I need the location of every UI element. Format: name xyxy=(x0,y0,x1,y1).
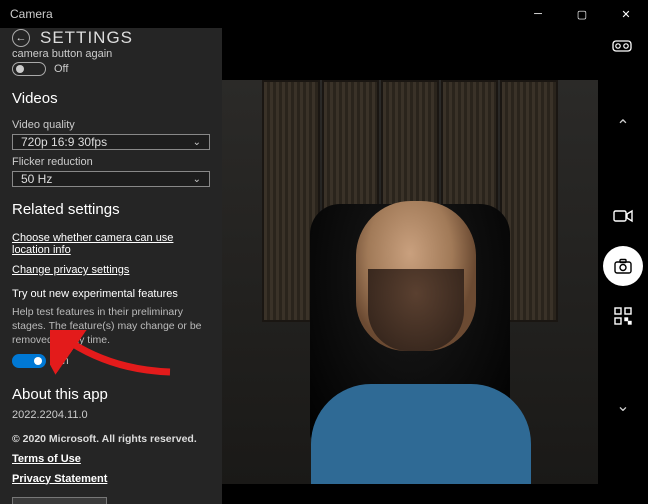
experimental-toggle[interactable] xyxy=(12,354,46,368)
video-quality-value: 720p 16:9 30fps xyxy=(21,135,107,149)
video-quality-dropdown[interactable]: 720p 16:9 30fps ⌄ xyxy=(12,134,210,150)
camera-button-toggle-state: Off xyxy=(54,63,68,75)
maximize-button[interactable]: ▢ xyxy=(560,0,604,28)
app-title: Camera xyxy=(10,7,53,21)
video-quality-label: Video quality xyxy=(12,119,210,131)
camera-button-hint: camera button again xyxy=(12,48,210,60)
flicker-dropdown[interactable]: 50 Hz ⌄ xyxy=(12,171,210,187)
camera-button-toggle[interactable] xyxy=(12,62,46,76)
title-bar: Camera ─ ▢ ✕ xyxy=(0,0,648,28)
shutter-button[interactable] xyxy=(603,246,643,286)
privacy-link[interactable]: Change privacy settings xyxy=(12,264,210,276)
close-button[interactable]: ✕ xyxy=(604,0,648,28)
scroll-down-button[interactable]: ⌄ xyxy=(607,390,639,422)
video-mode-button[interactable] xyxy=(607,200,639,232)
chevron-down-icon: ⌄ xyxy=(193,137,201,148)
location-link[interactable]: Choose whether camera can use location i… xyxy=(12,232,210,256)
barcode-mode-button[interactable] xyxy=(607,300,639,332)
about-title: About this app xyxy=(12,386,210,403)
privacy-statement-link[interactable]: Privacy Statement xyxy=(12,473,210,485)
settings-panel: ← SETTINGS camera button again Off Video… xyxy=(0,28,222,504)
experimental-desc: Help test features in their preliminary … xyxy=(12,305,210,348)
right-rail: ⌃ ⌄ xyxy=(598,28,648,504)
experimental-label: Try out new experimental features xyxy=(12,288,210,300)
videos-section-title: Videos xyxy=(12,90,210,107)
send-feedback-button[interactable]: Send feedback xyxy=(12,497,107,504)
related-settings-title: Related settings xyxy=(12,201,210,218)
settings-title: SETTINGS xyxy=(40,28,133,48)
flicker-value: 50 Hz xyxy=(21,172,52,186)
flicker-label: Flicker reduction xyxy=(12,156,210,168)
experimental-toggle-state: On xyxy=(54,355,69,367)
scroll-up-button[interactable]: ⌃ xyxy=(607,110,639,142)
chevron-down-icon: ⌄ xyxy=(193,174,201,185)
minimize-button[interactable]: ─ xyxy=(516,0,560,28)
terms-link[interactable]: Terms of Use xyxy=(12,453,210,465)
back-button[interactable]: ← xyxy=(12,29,30,47)
copyright: © 2020 Microsoft. All rights reserved. xyxy=(12,433,210,445)
about-version: 2022.2204.11.0 xyxy=(12,409,210,421)
